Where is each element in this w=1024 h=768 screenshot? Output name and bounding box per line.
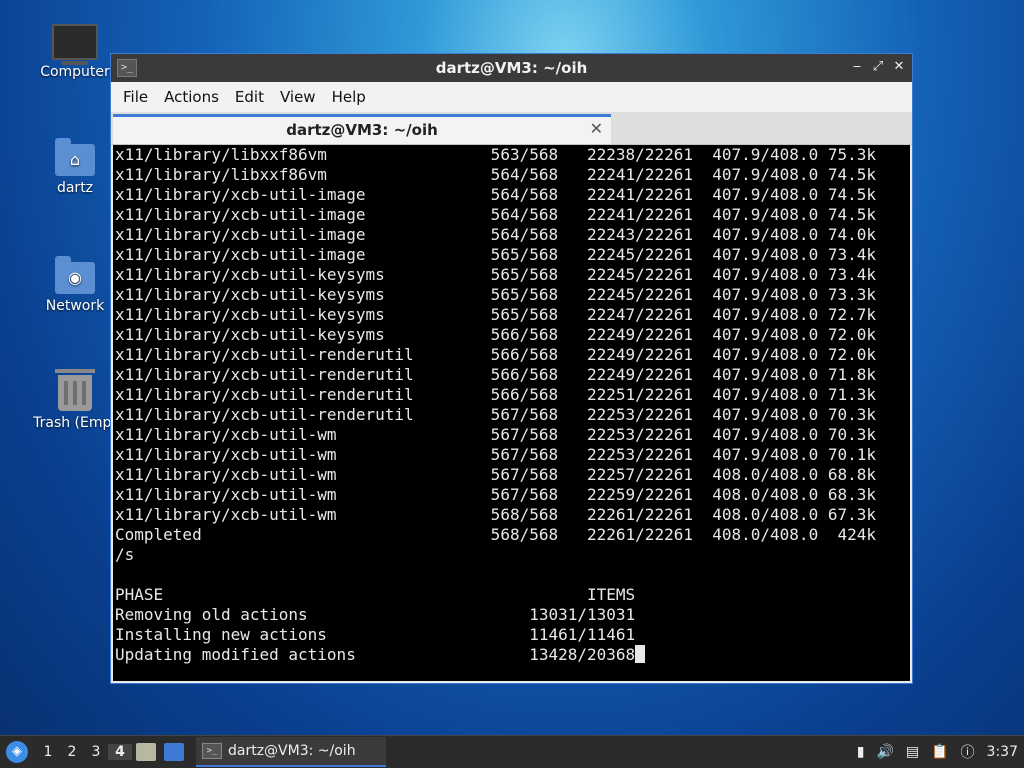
terminal-line: x11/library/xcb-util-wm 567/568 22259/22… — [115, 485, 876, 504]
terminal-line: x11/library/xcb-util-image 564/568 22241… — [115, 185, 876, 204]
menu-view[interactable]: View — [272, 88, 324, 106]
terminal-line: x11/library/xcb-util-keysyms 565/568 222… — [115, 285, 876, 304]
terminal-line: x11/library/libxxf86vm 563/568 22238/222… — [115, 145, 876, 164]
terminal-line: x11/library/xcb-util-image 565/568 22245… — [115, 245, 876, 264]
minimize-button[interactable]: ‒ — [848, 58, 866, 76]
tab-terminal[interactable]: dartz@VM3: ~/oih ✕ — [113, 114, 611, 144]
maximize-button[interactable]: ⤢ — [869, 58, 887, 76]
notification-icon[interactable]: ⓘ — [961, 742, 975, 762]
terminal-task-icon: >_ — [202, 743, 222, 759]
desktop-icon-label: Trash (Empt — [33, 415, 117, 431]
tab-bar: dartz@VM3: ~/oih ✕ — [111, 112, 912, 145]
terminal-line: x11/library/xcb-util-renderutil 567/568 … — [115, 405, 876, 424]
computer-icon — [52, 24, 98, 65]
window-title: dartz@VM3: ~/oih — [435, 59, 588, 77]
terminal-line: x11/library/xcb-util-wm 567/568 22253/22… — [115, 425, 876, 444]
workspace-4[interactable]: 4 — [108, 744, 132, 760]
terminal-window[interactable]: >_ dartz@VM3: ~/oih ‒ ⤢ ✕ File Actions E… — [110, 53, 913, 684]
terminal-line: x11/library/xcb-util-renderutil 566/568 … — [115, 345, 876, 364]
terminal-line: x11/library/xcb-util-keysyms 565/568 222… — [115, 265, 876, 284]
home-folder-icon: ⌂ — [55, 138, 95, 176]
tab-close-icon[interactable]: ✕ — [590, 119, 603, 138]
clipboard-icon[interactable]: 📋 — [931, 744, 948, 760]
desktop-icon-label: Computer — [40, 64, 110, 80]
terminal-line: x11/library/xcb-util-image 564/568 22241… — [115, 205, 876, 224]
menu-actions[interactable]: Actions — [156, 88, 227, 106]
terminal-line: Removing old actions 13031/13031 — [115, 605, 636, 624]
desktop-icon-trash[interactable]: Trash (Empt — [29, 369, 121, 431]
text-cursor — [635, 645, 646, 663]
terminal-line: x11/library/xcb-util-image 564/568 22243… — [115, 225, 876, 244]
close-button[interactable]: ✕ — [890, 58, 908, 76]
terminal-line: x11/library/xcb-util-wm 568/568 22261/22… — [115, 505, 876, 524]
volume-icon[interactable]: 🔊 — [876, 744, 893, 760]
task-label: dartz@VM3: ~/oih — [228, 743, 356, 759]
desktop-icon-label: Network — [45, 298, 105, 314]
start-menu-icon[interactable]: ◈ — [6, 741, 28, 763]
desktop-icon-label: dartz — [56, 180, 94, 196]
terminal-line-text: Updating modified actions 13428/20368 — [115, 645, 636, 664]
terminal-line: x11/library/libxxf86vm 564/568 22241/222… — [115, 165, 876, 184]
network-icon[interactable]: ▤ — [906, 744, 919, 760]
workspace-3[interactable]: 3 — [84, 744, 108, 760]
terminal-line: x11/library/xcb-util-keysyms 566/568 222… — [115, 325, 876, 344]
menu-bar: File Actions Edit View Help — [111, 82, 912, 112]
show-desktop-icon[interactable] — [164, 743, 184, 761]
battery-icon[interactable]: ▮ — [857, 744, 865, 760]
menu-file[interactable]: File — [115, 88, 156, 106]
menu-help[interactable]: Help — [324, 88, 374, 106]
window-titlebar[interactable]: >_ dartz@VM3: ~/oih ‒ ⤢ ✕ — [111, 54, 912, 82]
trash-icon — [55, 369, 95, 411]
terminal-line: Installing new actions 11461/11461 — [115, 625, 636, 644]
workspace-2[interactable]: 2 — [60, 744, 84, 760]
terminal-line: x11/library/xcb-util-wm 567/568 22253/22… — [115, 445, 876, 464]
clock[interactable]: 3:37 — [987, 744, 1018, 760]
network-folder-icon: ◉ — [55, 256, 95, 294]
desktop-icon-computer[interactable]: Computer — [29, 24, 121, 80]
terminal-last-line: Updating modified actions 13428/20368 — [115, 645, 908, 665]
terminal-output[interactable]: x11/library/libxxf86vm 563/568 22238/222… — [113, 145, 910, 681]
menu-edit[interactable]: Edit — [227, 88, 272, 106]
desktop-icon-home[interactable]: ⌂ dartz — [29, 138, 121, 196]
terminal-line: PHASE ITEMS — [115, 585, 636, 604]
terminal-line: x11/library/xcb-util-keysyms 565/568 222… — [115, 305, 876, 324]
terminal-line: x11/library/xcb-util-renderutil 566/568 … — [115, 365, 876, 384]
taskbar: ◈ 1 2 3 4 >_ dartz@VM3: ~/oih ▮ 🔊 ▤ 📋 ⓘ … — [0, 735, 1024, 768]
terminal-line: x11/library/xcb-util-renderutil 566/568 … — [115, 385, 876, 404]
terminal-line: Completed 568/568 22261/22261 408.0/408.… — [115, 525, 876, 544]
terminal-line: x11/library/xcb-util-wm 567/568 22257/22… — [115, 465, 876, 484]
workspace-1[interactable]: 1 — [36, 744, 60, 760]
file-manager-icon[interactable] — [136, 743, 156, 761]
taskbar-task-terminal[interactable]: >_ dartz@VM3: ~/oih — [196, 737, 386, 767]
terminal-line: /s — [115, 545, 135, 564]
system-tray: ▮ 🔊 ▤ 📋 ⓘ 3:37 — [851, 742, 1024, 762]
tab-label: dartz@VM3: ~/oih — [286, 121, 438, 139]
desktop-icon-network[interactable]: ◉ Network — [29, 256, 121, 314]
